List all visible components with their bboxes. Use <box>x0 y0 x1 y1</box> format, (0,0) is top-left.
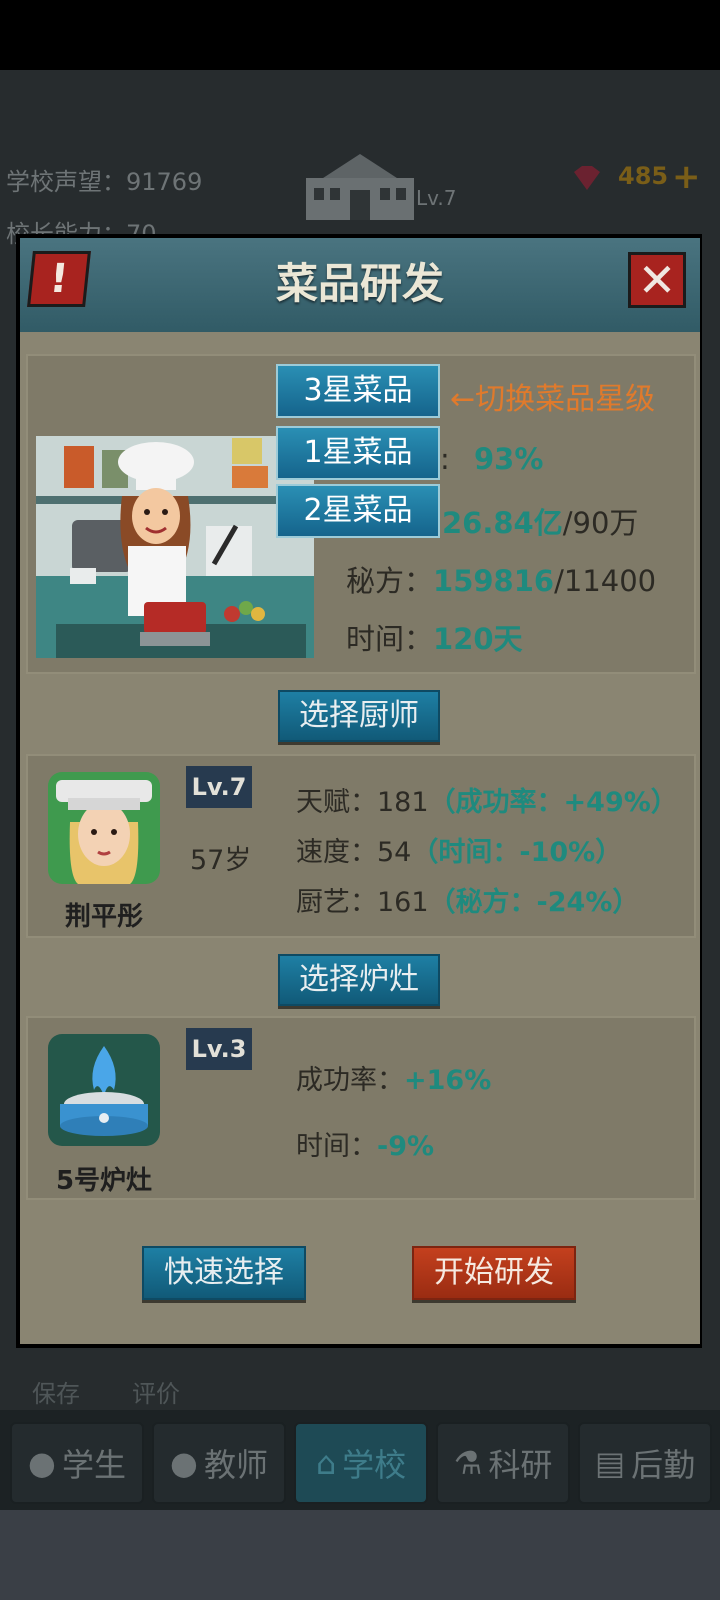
chef-skill: 厨艺：161（秘方：-24%） <box>296 880 639 919</box>
time-label: 时间： <box>346 622 434 656</box>
select-chef-button[interactable]: 选择厨师 <box>278 690 440 742</box>
stove-success: 成功率：+16% <box>296 1058 491 1097</box>
quick-select-button[interactable]: 快速选择 <box>142 1246 306 1300</box>
dialog-title: 菜品研发 <box>275 259 444 308</box>
money-value: 26.84亿 <box>442 506 563 540</box>
stove-level-badge: Lv.3 <box>186 1028 252 1070</box>
gem-icon <box>570 164 604 196</box>
recipe-stat: 秘方：159816/11400 <box>346 558 656 600</box>
time-value: 120天 <box>433 622 523 656</box>
money-required: /90万 <box>562 506 639 540</box>
clipboard-icon: ▤ <box>594 1444 626 1482</box>
save-label[interactable]: 保存 <box>32 1374 80 1409</box>
tab-students-label: 学生 <box>61 1446 126 1484</box>
chef-speed: 速度：54（时间：-10%） <box>296 830 622 869</box>
star-option-1[interactable]: 1星菜品 <box>276 426 440 480</box>
chef-skill-label: 厨艺：161 <box>296 887 429 918</box>
teacher-icon: ● <box>170 1444 198 1482</box>
recipe-required: /11400 <box>554 564 657 598</box>
tab-logistics[interactable]: ▤ 后勤 <box>578 1422 712 1504</box>
info-icon[interactable]: ! <box>27 251 91 307</box>
tab-school[interactable]: ⌂ 学校 <box>294 1422 428 1504</box>
gem-count: 485 <box>618 162 669 190</box>
chef-skill-bonus: （秘方：-24%） <box>428 887 640 918</box>
tab-research-label: 科研 <box>488 1446 553 1484</box>
time-stat: 时间：120天 <box>346 616 523 658</box>
star-option-3[interactable]: 3星菜品 <box>276 364 440 418</box>
success-rate-value: 93% <box>474 442 544 476</box>
system-bottom-bar <box>0 1510 720 1600</box>
reputation-label: 学校声望： <box>6 168 126 196</box>
add-gem-icon[interactable]: + <box>672 160 701 194</box>
stove-time-value: -9% <box>377 1131 435 1162</box>
chef-talent-label: 天赋：181 <box>296 787 429 818</box>
stove-time-label: 时间： <box>296 1131 377 1162</box>
stove-image[interactable] <box>48 1034 160 1146</box>
money-stat: 26.84亿/90万 <box>442 500 638 542</box>
stove-success-value: +16% <box>404 1065 492 1096</box>
tab-logistics-label: 后勤 <box>631 1446 696 1484</box>
stove-time: 时间：-9% <box>296 1124 434 1163</box>
stove-name: 5号炉灶 <box>55 1166 153 1196</box>
tab-students[interactable]: ● 学生 <box>10 1422 144 1504</box>
star-option-2[interactable]: 2星菜品 <box>276 484 440 538</box>
chef-speed-bonus: （时间：-10%） <box>411 837 623 868</box>
reputation-stat: 学校声望：91769 <box>6 162 202 197</box>
success-colon: : <box>440 442 450 476</box>
tab-research[interactable]: ⚗ 科研 <box>436 1422 570 1504</box>
chef-kitchen-illustration <box>36 436 314 658</box>
school-icon: ⌂ <box>315 1444 337 1482</box>
chef-speed-label: 速度：54 <box>296 837 412 868</box>
chef-talent-bonus: （成功率：+49%） <box>428 787 678 818</box>
tab-school-label: 学校 <box>342 1446 407 1484</box>
start-research-button[interactable]: 开始研发 <box>412 1246 576 1300</box>
school-level: Lv.7 <box>416 186 457 210</box>
chef-avatar[interactable] <box>48 772 160 884</box>
tab-teachers-label: 教师 <box>203 1446 268 1484</box>
close-icon[interactable]: ✕ <box>628 252 686 308</box>
school-building-icon[interactable] <box>300 150 420 222</box>
chef-level-badge: Lv.7 <box>186 766 252 808</box>
reputation-value: 91769 <box>126 168 203 196</box>
chef-name: 荆平彤 <box>64 902 143 932</box>
student-icon: ● <box>28 1444 56 1482</box>
recipe-label: 秘方： <box>346 564 434 598</box>
flask-icon: ⚗ <box>453 1444 483 1482</box>
rate-label[interactable]: 评价 <box>132 1374 180 1409</box>
stove-success-label: 成功率： <box>296 1065 404 1096</box>
star-switch-hint: ←切换菜品星级 <box>450 382 656 417</box>
chef-age: 57岁 <box>190 845 252 876</box>
chef-talent: 天赋：181（成功率：+49%） <box>296 780 678 819</box>
recipe-value: 159816 <box>433 564 555 598</box>
tab-teachers[interactable]: ● 教师 <box>152 1422 286 1504</box>
select-stove-button[interactable]: 选择炉灶 <box>278 954 440 1006</box>
